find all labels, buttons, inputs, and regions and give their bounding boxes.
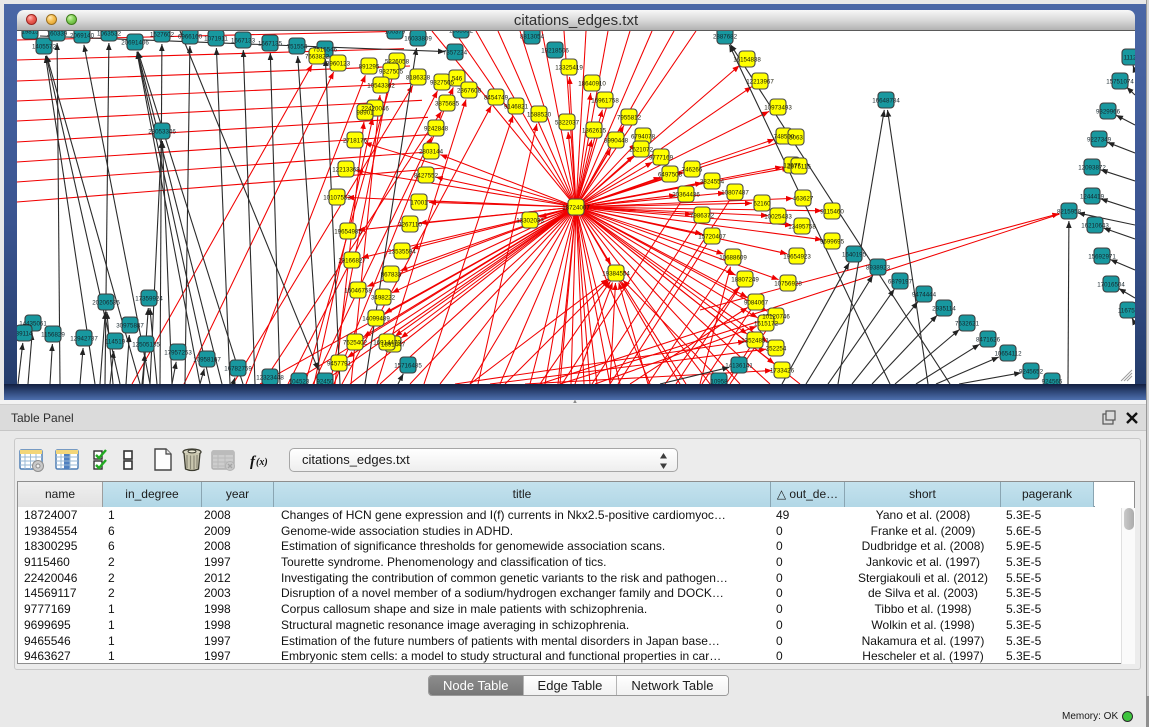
svg-text:(x): (x)	[256, 457, 268, 468]
